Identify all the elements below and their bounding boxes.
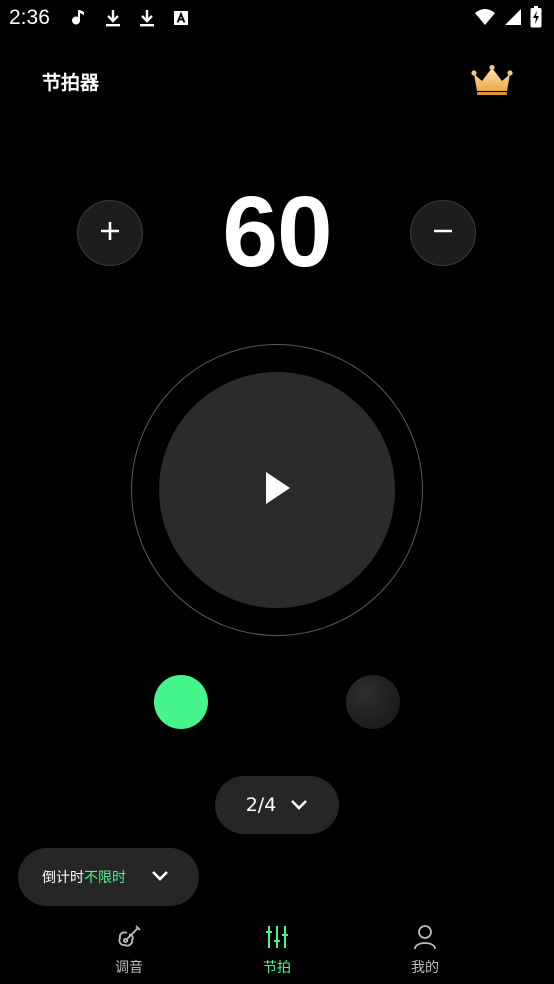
time-signature-value: 2/4 bbox=[245, 794, 277, 816]
minus-icon bbox=[432, 220, 454, 246]
beat-indicator-2[interactable] bbox=[346, 675, 400, 729]
battery-charging-icon bbox=[530, 6, 542, 28]
play-button[interactable] bbox=[159, 372, 395, 608]
time-signature-selector[interactable]: 2/4 bbox=[215, 776, 339, 834]
nav-item-tuner[interactable]: 调音 bbox=[89, 923, 169, 977]
notification-icons bbox=[70, 8, 190, 28]
bottom-navigation: 调音 节拍 我的 bbox=[0, 915, 554, 984]
text-a-icon bbox=[172, 8, 190, 28]
countdown-selector[interactable]: 倒计时 不限时 bbox=[18, 848, 199, 906]
nav-item-mine[interactable]: 我的 bbox=[385, 923, 465, 977]
nav-item-metronome[interactable]: 节拍 bbox=[237, 923, 317, 977]
bpm-value: 60 bbox=[222, 176, 332, 288]
plus-icon bbox=[99, 220, 121, 246]
guitar-icon bbox=[115, 923, 143, 955]
chevron-down-icon bbox=[151, 867, 169, 886]
signal-icon bbox=[504, 7, 522, 27]
nav-label-tuner: 调音 bbox=[115, 960, 143, 976]
chevron-down-icon bbox=[290, 796, 308, 815]
status-time: 2:36 bbox=[9, 6, 50, 29]
crown-icon[interactable] bbox=[471, 64, 513, 96]
increase-bpm-button[interactable] bbox=[77, 200, 143, 266]
nav-label-metronome: 节拍 bbox=[263, 960, 291, 976]
decrease-bpm-button[interactable] bbox=[410, 200, 476, 266]
status-bar: 2:36 bbox=[0, 0, 554, 36]
user-icon bbox=[411, 923, 439, 955]
countdown-label: 倒计时 bbox=[42, 870, 84, 886]
music-note-icon bbox=[70, 8, 88, 28]
beat-indicator-1[interactable] bbox=[154, 675, 208, 729]
download-icon bbox=[138, 8, 156, 28]
system-icons bbox=[474, 6, 542, 28]
page-title: 节拍器 bbox=[42, 72, 100, 94]
play-icon bbox=[262, 471, 292, 509]
wifi-icon bbox=[474, 7, 496, 27]
countdown-value: 不限时 bbox=[84, 870, 126, 886]
sliders-icon bbox=[263, 923, 291, 955]
nav-label-mine: 我的 bbox=[411, 960, 439, 976]
download-icon bbox=[104, 8, 122, 28]
